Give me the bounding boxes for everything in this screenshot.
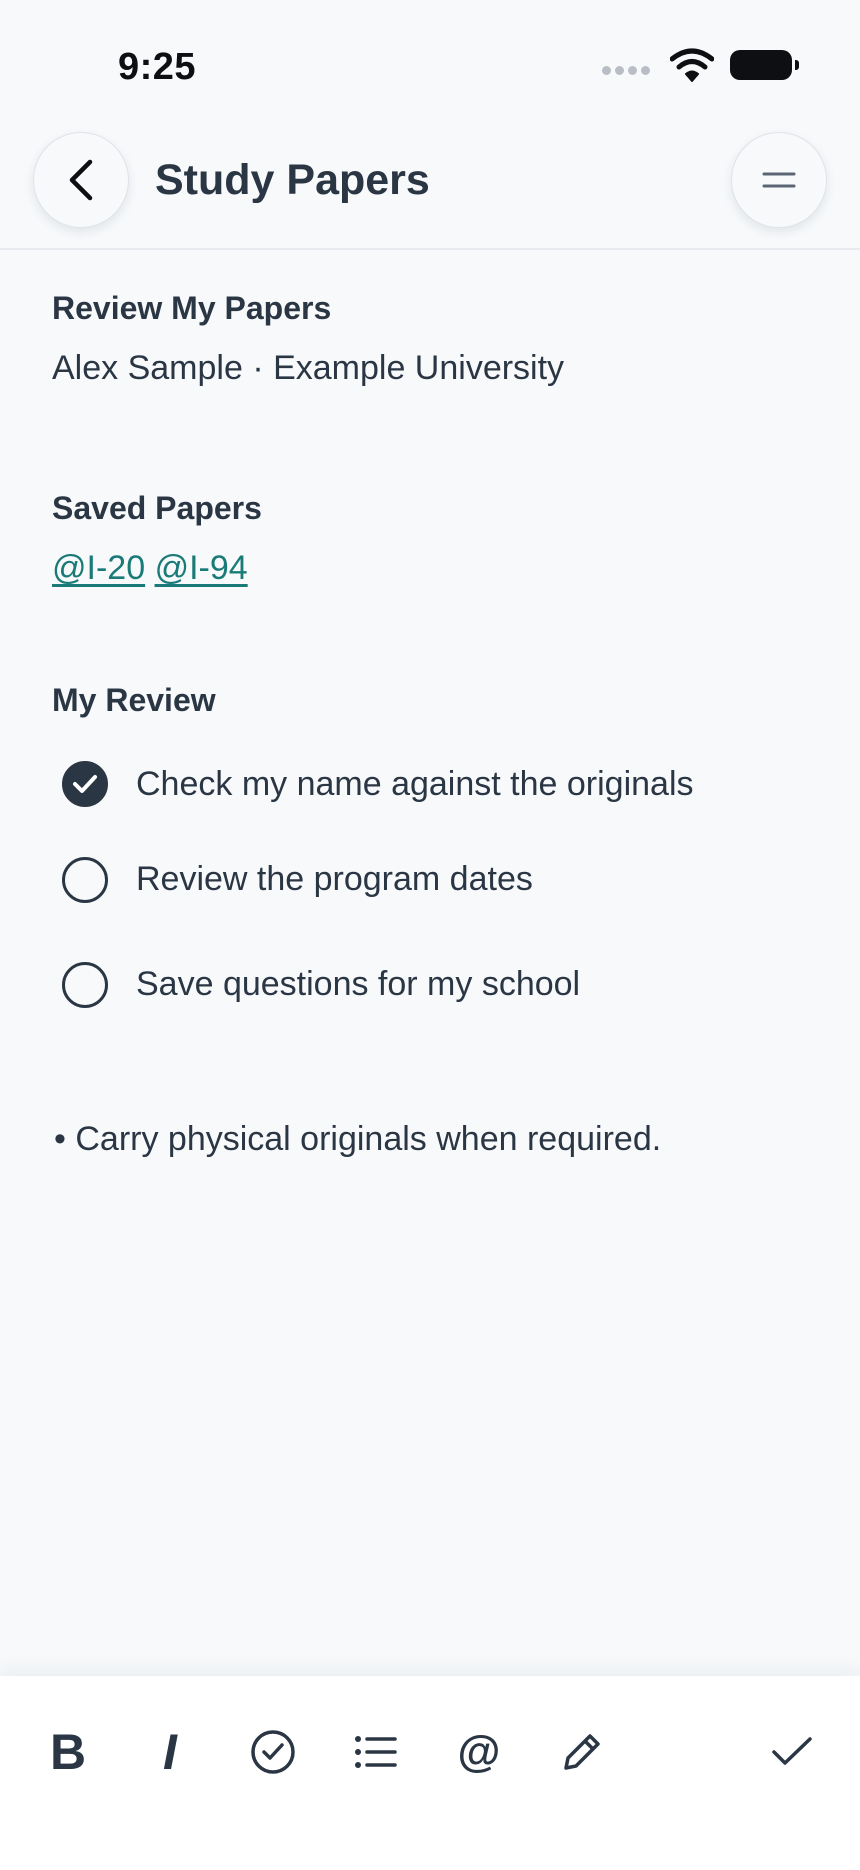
bold-button[interactable]: B [38,1722,98,1782]
paper-link-i20[interactable]: @I-20 [52,549,145,587]
mention-button[interactable]: @ [449,1722,509,1782]
checkbox-checked-icon[interactable] [62,761,108,807]
screen: 9:25 Study Papers Review My Papers Alex [0,0,860,1870]
draw-button[interactable] [552,1722,612,1782]
note-content[interactable]: Review My Papers Alex Sample · Example U… [52,290,812,1158]
pencil-icon [564,1734,600,1770]
paper-link-i94[interactable]: @I-94 [155,549,248,587]
checkbox-empty-icon[interactable] [62,961,108,1008]
status-icons [602,48,799,82]
checklist-button[interactable] [243,1722,303,1782]
checklist-item[interactable]: Check my name against the originals [52,741,812,827]
bullet-note: • Carry physical originals when required… [54,1120,662,1158]
checklist-item-label: Check my name against the originals [136,764,694,803]
review-section: My Review Check my name against the orig… [52,682,812,1037]
done-button[interactable] [762,1722,822,1782]
review-checklist: Check my name against the originals Revi… [52,741,812,1037]
italic-button[interactable]: I [140,1722,200,1782]
profile-heading: Review My Papers [52,290,332,326]
profile-section: Review My Papers Alex Sample · Example U… [52,290,812,388]
formatting-toolbar: B I @ [0,1676,860,1870]
signal-icon [602,65,650,75]
menu-icon [762,172,796,188]
list-icon [355,1736,397,1768]
checklist-item[interactable]: Save questions for my school [52,932,812,1037]
review-heading: My Review [52,682,216,718]
checklist-item[interactable]: Review the program dates [52,827,812,932]
back-button[interactable] [33,132,129,228]
check-circle-icon [251,1730,295,1774]
battery-icon [730,50,799,80]
checklist-item-label: Review the program dates [136,860,533,898]
menu-button[interactable] [731,132,827,228]
back-arrow-icon [69,159,93,201]
checkbox-empty-icon[interactable] [62,856,108,903]
wifi-icon [670,48,714,82]
status-time: 9:25 [118,46,197,88]
saved-papers-links: @I-20 @I-94 [52,549,262,588]
checklist-item-label: Save questions for my school [136,965,581,1003]
profile-subtitle: Alex Sample · Example University [52,349,565,387]
saved-papers-section: Saved Papers @I-20 @I-94 [52,490,262,588]
bullet-list-button[interactable] [346,1722,406,1782]
header: Study Papers [0,118,860,250]
checkmark-icon [772,1737,812,1765]
saved-papers-heading: Saved Papers [52,490,262,526]
page-title: Study Papers [155,156,430,204]
